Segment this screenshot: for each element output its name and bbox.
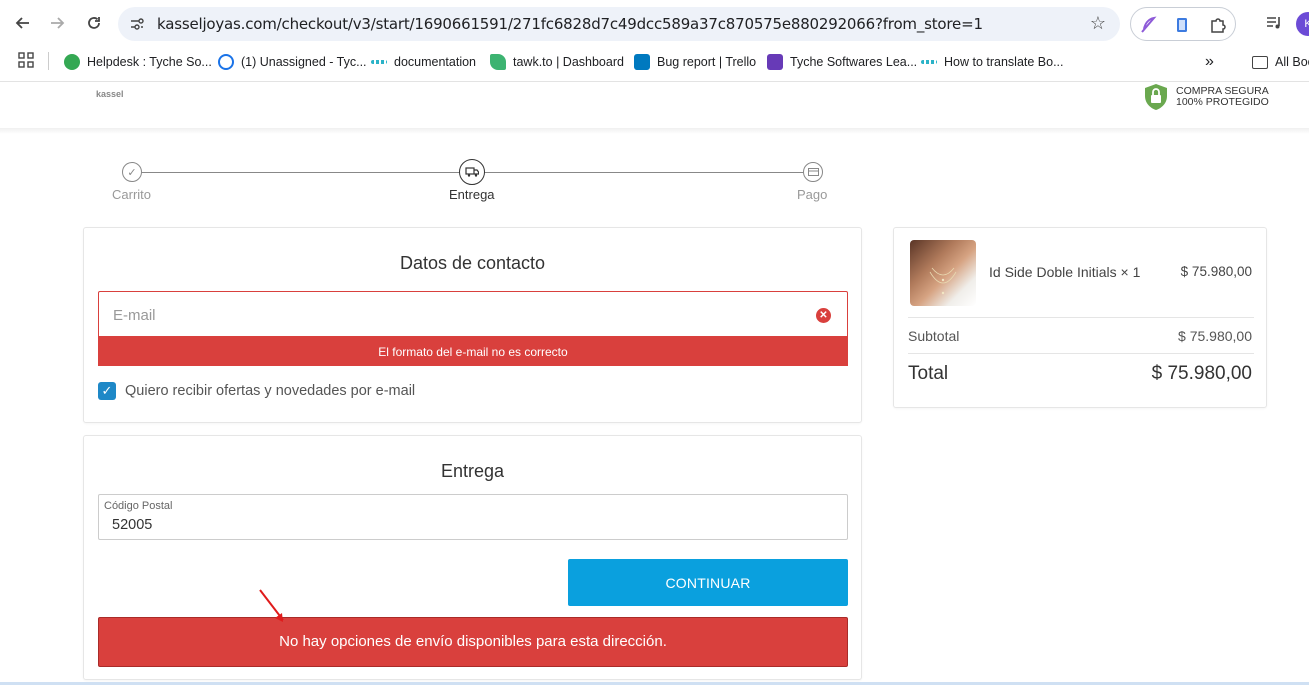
dots-icon	[371, 60, 387, 64]
summary-divider	[908, 353, 1254, 354]
tawk-icon	[490, 54, 506, 70]
bookmarks-separator	[48, 52, 49, 70]
order-summary-card: Id Side Doble Initials × 1 $ 75.980,00 S…	[893, 227, 1267, 408]
email-field[interactable]	[113, 304, 793, 326]
delivery-title: Entrega	[440, 461, 505, 481]
browser-toolbar: kasseljoyas.com/checkout/v3/start/169066…	[0, 0, 1309, 48]
reload-icon[interactable]	[82, 11, 106, 35]
dots-icon	[921, 60, 937, 64]
more-bookmarks-icon[interactable]: »	[1205, 52, 1214, 72]
total-value: $ 75.980,00	[1151, 363, 1252, 384]
subtotal-label: Subtotal	[908, 328, 960, 344]
header-shadow	[0, 128, 1309, 134]
delivery-card: Entrega Código Postal 52005 CONTINUAR No…	[83, 435, 862, 680]
product-image	[910, 240, 976, 306]
email-group: ✕ El formato del e-mail no es correcto	[98, 291, 848, 367]
forward-icon[interactable]	[46, 11, 70, 35]
zip-code-label: Código Postal	[104, 500, 173, 512]
contact-title: Datos de contacto	[399, 253, 546, 273]
address-bar[interactable]: kasseljoyas.com/checkout/v3/start/169066…	[118, 7, 1120, 41]
all-bookmarks[interactable]: All Boo	[1252, 52, 1309, 72]
store-logo[interactable]: kassel	[96, 89, 124, 99]
step-label-payment: Pago	[797, 187, 828, 202]
extensions-group	[1130, 7, 1236, 41]
secure-text: COMPRA SEGURA 100% PROTEGIDO	[1176, 85, 1269, 108]
shield-lock-icon	[1142, 83, 1170, 111]
newsletter-label[interactable]: Quiero recibir ofertas y novedades por e…	[125, 383, 415, 399]
profile-avatar[interactable]: K	[1296, 12, 1309, 36]
bookmark-unassigned[interactable]: (1) Unassigned - Tyc...	[218, 52, 367, 72]
step-label-delivery: Entrega	[449, 187, 495, 202]
newsletter-checkbox[interactable]: ✓	[98, 382, 116, 400]
bookmark-tyche[interactable]: Tyche Softwares Lea...	[767, 52, 917, 72]
product-name: Id Side Doble Initials × 1	[989, 264, 1141, 280]
support-icon	[218, 54, 234, 70]
helpdesk-icon	[64, 54, 80, 70]
step-delivery-truck-icon	[459, 159, 485, 185]
bookmark-translate[interactable]: How to translate Bo...	[921, 52, 1064, 72]
step-payment-card-icon	[803, 162, 823, 182]
bookmarks-bar: Helpdesk : Tyche So... (1) Unassigned - …	[0, 48, 1309, 76]
annotation-arrow-icon	[259, 589, 284, 622]
error-clear-icon[interactable]: ✕	[816, 308, 831, 323]
puzzle-extensions-icon[interactable]	[1209, 16, 1227, 34]
bookmark-helpdesk[interactable]: Helpdesk : Tyche So...	[64, 52, 212, 72]
continue-button[interactable]: CONTINUAR	[568, 559, 848, 606]
media-control-icon[interactable]	[1262, 11, 1286, 35]
email-field-wrapper: ✕	[98, 291, 848, 337]
email-error-message: El formato del e-mail no es correcto	[98, 336, 848, 366]
summary-divider	[908, 317, 1254, 318]
apps-grid-icon[interactable]	[14, 48, 38, 72]
folder-icon	[1252, 55, 1268, 69]
contact-card: Datos de contacto ✕ El formato del e-mai…	[83, 227, 862, 423]
subtotal-value: $ 75.980,00	[1178, 328, 1252, 344]
trello-icon	[634, 54, 650, 70]
secure-purchase-badge: COMPRA SEGURA 100% PROTEGIDO	[1142, 83, 1269, 111]
bookmark-tawk[interactable]: tawk.to | Dashboard	[490, 52, 624, 72]
site-settings-icon[interactable]	[128, 15, 146, 33]
total-label: Total	[908, 363, 949, 384]
newsletter-row: ✓ Quiero recibir ofertas y novedades por…	[98, 382, 415, 400]
forms-icon	[767, 54, 783, 70]
bookmark-trello[interactable]: Bug report | Trello	[634, 52, 756, 72]
product-price: $ 75.980,00	[1180, 264, 1252, 279]
bookmark-documentation[interactable]: documentation	[371, 52, 476, 72]
site-header	[0, 82, 1309, 128]
zip-code-value[interactable]: 52005	[112, 517, 152, 533]
bookmark-star-icon[interactable]: ☆	[1090, 13, 1106, 34]
feather-extension-icon[interactable]	[1139, 16, 1157, 34]
step-label-cart: Carrito	[112, 187, 152, 202]
zip-code-field[interactable]: Código Postal 52005	[98, 494, 848, 540]
clipboard-extension-icon[interactable]	[1173, 16, 1191, 34]
step-cart-check-icon: ✓	[122, 162, 142, 182]
shipping-error-message: No hay opciones de envío disponibles par…	[98, 617, 848, 667]
url-text[interactable]: kasseljoyas.com/checkout/v3/start/169066…	[157, 15, 983, 33]
back-icon[interactable]	[10, 11, 34, 35]
